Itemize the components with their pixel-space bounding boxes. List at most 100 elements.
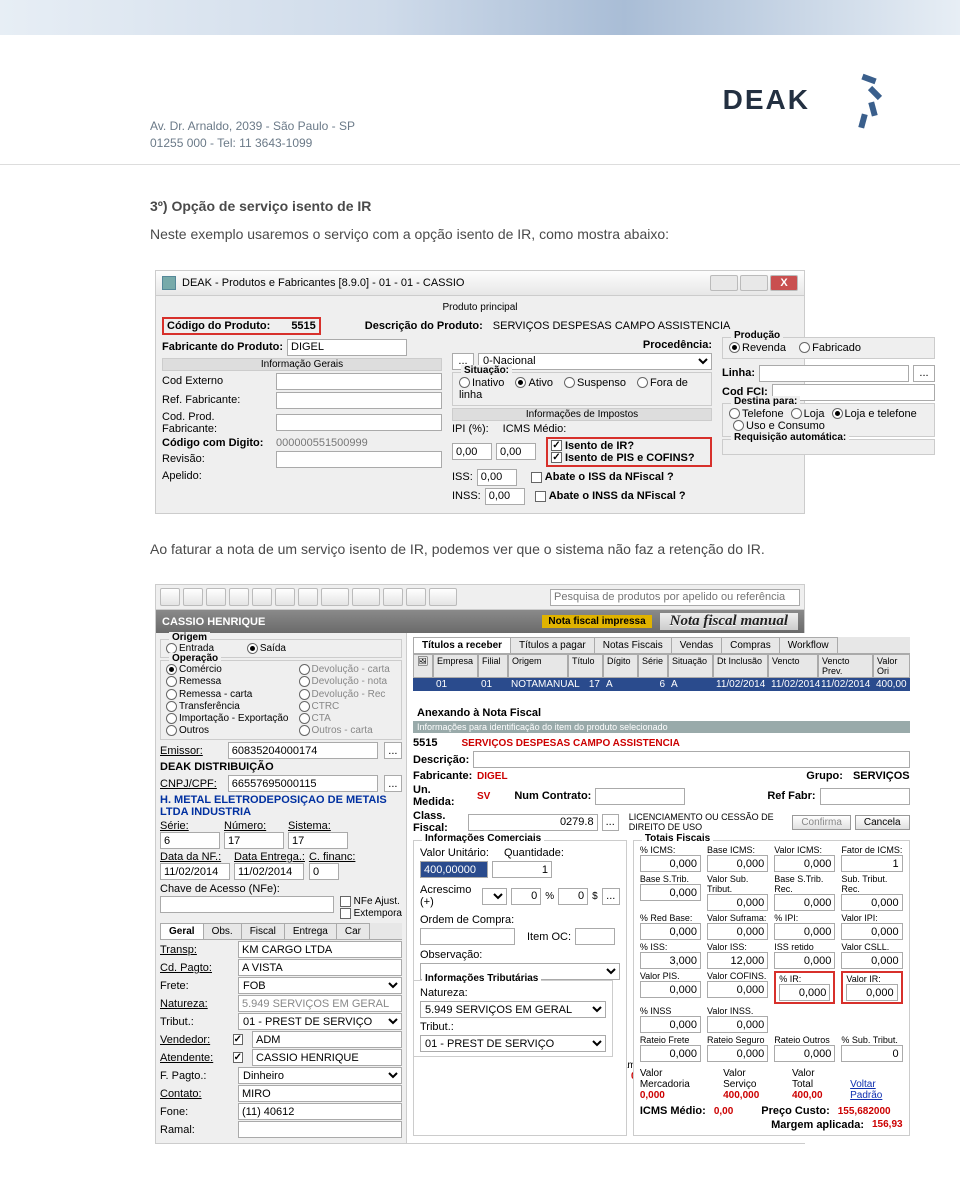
desc-input[interactable] xyxy=(473,751,909,768)
radio-inativo[interactable] xyxy=(459,377,470,388)
radio-suspenso[interactable] xyxy=(564,377,575,388)
class-browse-button[interactable]: ... xyxy=(602,814,619,831)
t-subtributrec-input[interactable] xyxy=(841,894,902,911)
maximize-button[interactable] xyxy=(740,275,768,291)
radio-cta[interactable] xyxy=(299,713,310,724)
emissor-label[interactable]: Emissor: xyxy=(160,745,222,757)
itemoc-input[interactable] xyxy=(575,928,615,945)
inss-input[interactable] xyxy=(485,488,525,505)
radio-revenda[interactable] xyxy=(729,342,740,353)
t-subtribu-input[interactable] xyxy=(841,1045,902,1062)
t-valor-cofins-input[interactable] xyxy=(707,981,768,998)
cdpagto-label[interactable]: Cd. Pagto: xyxy=(160,962,232,974)
product-search-input[interactable] xyxy=(550,589,800,606)
th-digito[interactable]: Dígito xyxy=(603,654,638,678)
t-iss-retido-input[interactable] xyxy=(774,952,835,969)
radio-ativo[interactable] xyxy=(515,377,526,388)
icms-input[interactable] xyxy=(496,443,536,460)
qtd-input[interactable] xyxy=(492,861,552,878)
revisao-input[interactable] xyxy=(276,451,442,468)
acresc-val-input[interactable] xyxy=(558,888,588,905)
t-inss-pct-input[interactable] xyxy=(640,1016,701,1033)
datanf-input[interactable] xyxy=(160,863,230,880)
atendente-check[interactable] xyxy=(233,1052,243,1063)
emissor-browse-button[interactable]: ... xyxy=(384,742,402,759)
t-valor-iss-input[interactable] xyxy=(707,952,768,969)
numero-input[interactable] xyxy=(224,832,284,849)
toolbar-save2-icon[interactable] xyxy=(229,588,249,606)
t-valor-csll-input[interactable] xyxy=(841,952,902,969)
radio-remessa[interactable] xyxy=(166,676,177,687)
class-input[interactable] xyxy=(468,814,598,831)
tab-entrega[interactable]: Entrega xyxy=(284,923,337,939)
natureza-label[interactable]: Natureza: xyxy=(160,998,232,1010)
linha-input[interactable] xyxy=(759,365,909,382)
oc-input[interactable] xyxy=(420,928,515,945)
toolbar-printer-icon[interactable] xyxy=(352,588,380,606)
confirma-button[interactable]: Confirma xyxy=(792,815,851,830)
tab-notas-fiscais[interactable]: Notas Fiscais xyxy=(594,637,672,653)
vendedor-input[interactable] xyxy=(252,1031,402,1048)
th-filial[interactable]: Filial xyxy=(478,654,508,678)
tab-workflow[interactable]: Workflow xyxy=(779,637,838,653)
procedencia-select[interactable]: 0-Nacional xyxy=(478,353,712,370)
tab-obs[interactable]: Obs. xyxy=(203,923,242,939)
tribut-select[interactable]: 01 - PREST DE SERVIÇO xyxy=(238,1013,402,1030)
toolbar-doc-icon[interactable] xyxy=(298,588,318,606)
t-rateio-outros-input[interactable] xyxy=(774,1045,835,1062)
t-fator-icms-input[interactable] xyxy=(841,855,902,872)
acresc-sign-select[interactable] xyxy=(482,888,508,905)
toolbar-copy-icon[interactable] xyxy=(252,588,272,606)
radio-dev-nota[interactable] xyxy=(299,676,310,687)
t-ir-pct-input[interactable] xyxy=(779,984,830,1001)
t-valor-pis-input[interactable] xyxy=(640,981,701,998)
toolbar-b-icon[interactable] xyxy=(406,588,426,606)
toolbar-open-icon[interactable] xyxy=(183,588,203,606)
serie-input[interactable] xyxy=(160,832,220,849)
voltar-padrao-link[interactable]: Voltar Padrão xyxy=(850,1079,902,1101)
t-suframa-input[interactable] xyxy=(707,923,768,940)
fone-input[interactable] xyxy=(238,1103,402,1120)
radio-loja-tel[interactable] xyxy=(832,408,843,419)
contato-label[interactable]: Contato: xyxy=(160,1088,232,1100)
th-vencto[interactable]: Vencto xyxy=(768,654,818,678)
t-rateio-seguro-input[interactable] xyxy=(707,1045,768,1062)
t-valor-ir-input[interactable] xyxy=(846,984,897,1001)
radio-dev-carta[interactable] xyxy=(299,664,310,675)
t-basestrib-input[interactable] xyxy=(640,884,701,901)
reffabr-input[interactable] xyxy=(820,788,910,805)
numcontr-input[interactable] xyxy=(595,788,685,805)
t-base-icms-input[interactable] xyxy=(707,855,768,872)
chk-isento-pis[interactable] xyxy=(551,452,562,463)
tab-titulos-receber[interactable]: Títulos a receber xyxy=(413,637,511,653)
radio-loja[interactable] xyxy=(791,408,802,419)
th-titulo[interactable]: Título xyxy=(568,654,603,678)
vendedor-check[interactable] xyxy=(233,1034,243,1045)
chk-extempora[interactable] xyxy=(340,908,351,919)
t-valor-inss-input[interactable] xyxy=(707,1016,768,1033)
t-valor-ipi-input[interactable] xyxy=(841,923,902,940)
toolbar-grid-icon[interactable] xyxy=(429,588,457,606)
acresc-browse-button[interactable]: ... xyxy=(602,888,620,905)
toolbar-save-icon[interactable] xyxy=(206,588,226,606)
t-icms-pct-input[interactable] xyxy=(640,855,701,872)
fabricante-input[interactable] xyxy=(287,339,407,356)
chk-abate-inss[interactable] xyxy=(535,491,546,502)
toolbar-print-icon[interactable] xyxy=(321,588,349,606)
radio-outros-carta[interactable] xyxy=(299,725,310,736)
radio-uso[interactable] xyxy=(733,420,744,431)
dataent-input[interactable] xyxy=(234,863,304,880)
radio-transf[interactable] xyxy=(166,701,177,712)
t-redbase-input[interactable] xyxy=(640,923,701,940)
atendente-input[interactable] xyxy=(252,1049,402,1066)
radio-telefone[interactable] xyxy=(729,408,740,419)
t-rateio-frete-input[interactable] xyxy=(640,1045,701,1062)
vu-input[interactable] xyxy=(420,861,488,878)
th-venctoprev[interactable]: Vencto Prev. xyxy=(818,654,873,678)
cnpj-label[interactable]: CNPJ/CPF: xyxy=(160,778,222,790)
chk-isento-ir[interactable] xyxy=(551,440,562,451)
toolbar-a-icon[interactable] xyxy=(383,588,403,606)
t-basestribrec-input[interactable] xyxy=(774,894,835,911)
toolbar-new-icon[interactable] xyxy=(160,588,180,606)
toolbar-nav-icon[interactable] xyxy=(275,588,295,606)
